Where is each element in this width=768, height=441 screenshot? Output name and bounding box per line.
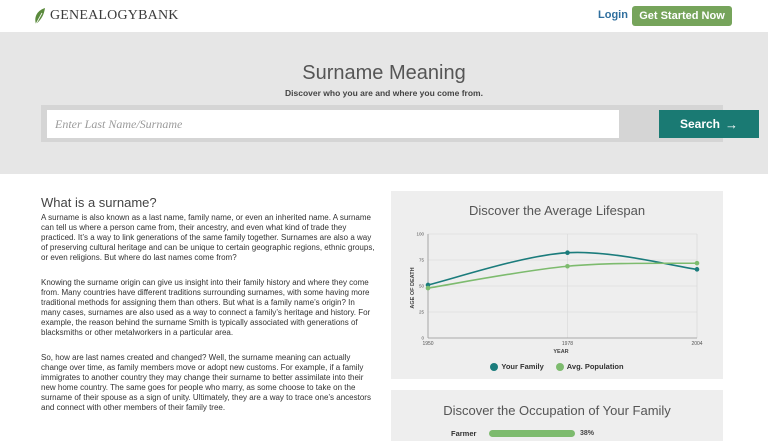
- legend-item-your-family: Your Family: [490, 362, 544, 371]
- series-line-avg-population: [427, 262, 698, 289]
- arrow-right-icon: →: [725, 116, 739, 132]
- data-point-avg-population: [425, 285, 431, 291]
- legend-item-avg-population: Avg. Population: [555, 362, 624, 371]
- page-subtitle: Discover who you are and where you come …: [285, 88, 483, 98]
- y-tick-label: 0: [421, 336, 424, 341]
- occupation-card: Discover the Occupation of Your Family F…: [391, 390, 723, 441]
- y-tick-label: 100: [416, 232, 424, 237]
- occupation-bar: [489, 430, 575, 437]
- get-started-button[interactable]: Get Started Now: [632, 6, 732, 26]
- legend-swatch: [490, 362, 499, 371]
- lifespan-line-chart: 0 25 50 75 100 1950 1978 2004 AGE OF DEATH YEAR: [410, 232, 703, 356]
- genealogybank-logo[interactable]: GENEALOGYBANK: [32, 4, 179, 28]
- series-line-your-family: [427, 251, 698, 286]
- top-header: GENEALOGYBANK Login Get Started Now: [0, 0, 768, 32]
- hero-search-section: Surname Meaning Discover who you are and…: [0, 32, 768, 174]
- surname-article: What is a surname? A surname is also kno…: [41, 195, 376, 428]
- article-paragraph: Knowing the surname origin can give us i…: [41, 278, 371, 337]
- logo-text: GENEALOGYBANK: [50, 8, 179, 23]
- lifespan-card: Discover the Average Lifespan 0 25 50 75 100…: [391, 191, 723, 379]
- article-heading: What is a surname?: [41, 195, 157, 210]
- login-link[interactable]: Login: [598, 9, 628, 21]
- occupation-label: Farmer: [451, 429, 477, 438]
- search-bar: Search →: [41, 105, 759, 142]
- legend-label: Your Family: [501, 362, 544, 371]
- occupation-card-title: Discover the Occupation of Your Family: [443, 403, 671, 418]
- data-point-your-family: [694, 267, 700, 272]
- y-tick-label: 75: [419, 258, 425, 263]
- data-point-your-family: [565, 250, 570, 256]
- x-tick-label: 2004: [691, 341, 702, 347]
- surname-search-input[interactable]: [47, 110, 619, 138]
- article-paragraph: A surname is also known as a last name, …: [41, 213, 375, 262]
- leaf-icon: [35, 8, 45, 25]
- legend-label: Avg. Population: [566, 362, 624, 371]
- occupation-row: Farmer 38%: [451, 429, 594, 438]
- x-tick-label: 1950: [422, 341, 433, 347]
- search-button-label: Search: [679, 117, 721, 131]
- chart-legend: Your Family Avg. Population: [391, 362, 723, 371]
- x-tick-label: 1978: [562, 341, 573, 347]
- y-tick-label: 25: [419, 310, 425, 315]
- occupation-percent: 38%: [580, 430, 595, 437]
- y-tick-label: 50: [419, 284, 425, 289]
- x-axis-label: YEAR: [553, 349, 568, 355]
- search-button[interactable]: Search →: [659, 110, 759, 138]
- data-point-avg-population: [694, 260, 700, 266]
- legend-swatch: [555, 362, 564, 371]
- page-title: Surname Meaning: [302, 62, 466, 84]
- y-axis-label: AGE OF DEATH: [410, 267, 416, 308]
- article-paragraph: So, how are last names created and chang…: [41, 353, 371, 412]
- data-point-avg-population: [565, 263, 570, 269]
